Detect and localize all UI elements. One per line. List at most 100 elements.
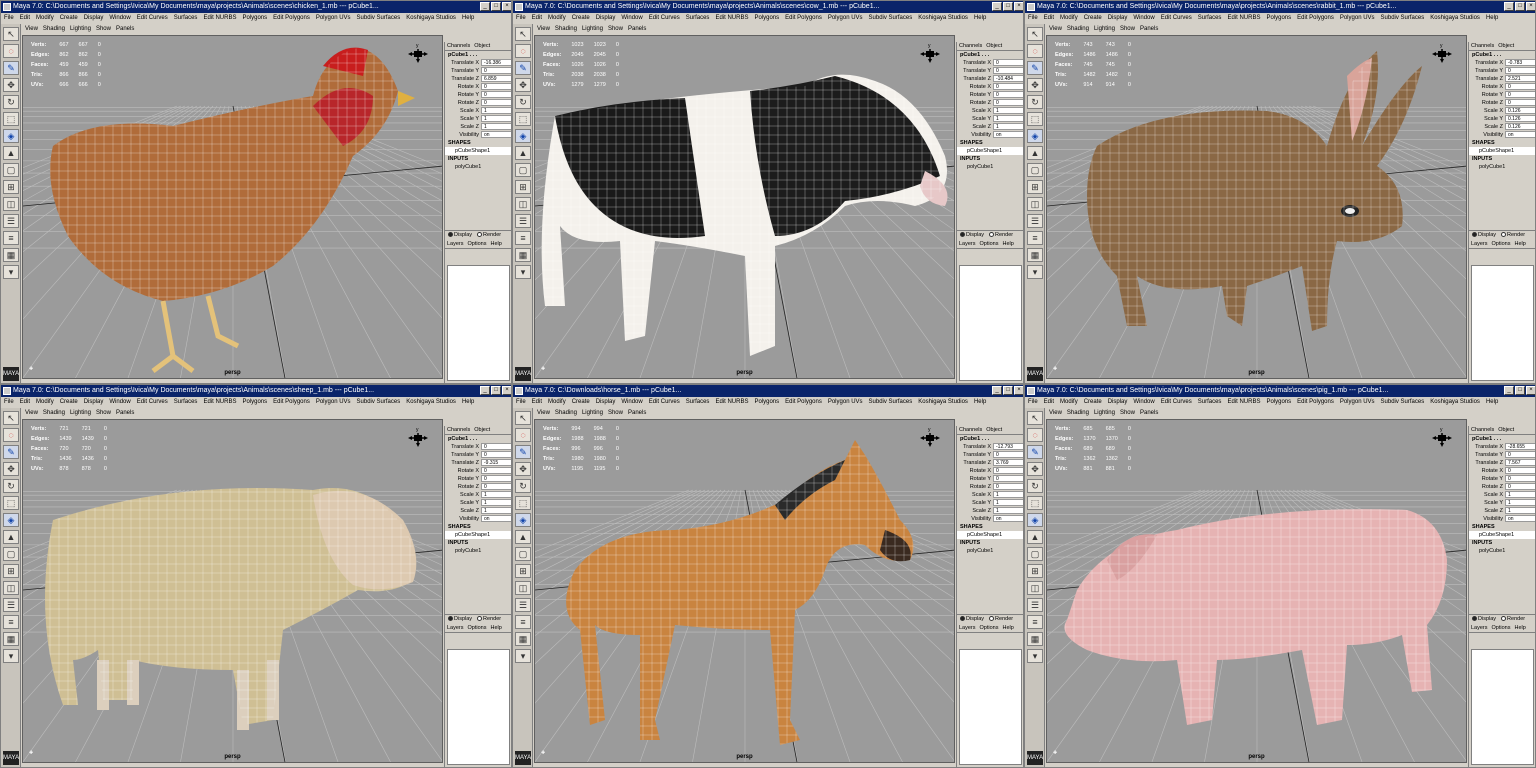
channel-value-field[interactable]: 0 <box>481 475 511 482</box>
panel-menu-show[interactable]: Show <box>1120 24 1135 34</box>
layout-outliner-icon[interactable]: ☰ <box>1027 214 1043 228</box>
last-tool-icon[interactable]: ▲ <box>515 530 531 544</box>
window-titlebar[interactable]: Maya 7.0: C:\Documents and Settings\Ivic… <box>1 1 511 13</box>
menu-item-file[interactable]: File <box>516 397 526 407</box>
menu-item-edit-polygons[interactable]: Edit Polygons <box>1297 13 1334 23</box>
paint-select-tool-icon[interactable]: ✎ <box>515 61 531 75</box>
menu-item-edit[interactable]: Edit <box>20 397 30 407</box>
channel-value-field[interactable]: 7.567 <box>1505 459 1535 466</box>
maximize-button[interactable]: □ <box>1003 2 1013 11</box>
panel-menu-show[interactable]: Show <box>608 408 623 418</box>
layout-four-icon[interactable]: ⊞ <box>3 564 19 578</box>
channel-label[interactable]: Translate Y <box>445 67 481 75</box>
menu-item-modify[interactable]: Modify <box>548 397 566 407</box>
menu-item-polygons[interactable]: Polygons <box>242 13 267 23</box>
layout-single-icon[interactable]: ▢ <box>1027 547 1043 561</box>
persp-viewport[interactable]: Verts: 667 667 0 Edges: 862 862 0 Faces: 459 459 0 T… <box>22 35 443 379</box>
panel-menu-panels[interactable]: Panels <box>1140 408 1158 418</box>
channel-label[interactable]: Visibility <box>1469 131 1505 139</box>
channel-value-field[interactable]: 1 <box>993 491 1023 498</box>
menu-item-edit-nurbs[interactable]: Edit NURBS <box>715 13 748 23</box>
menu-item-subdiv-surfaces[interactable]: Subdiv Surfaces <box>869 397 913 407</box>
channel-value-field[interactable]: 2.521 <box>1505 75 1535 82</box>
last-tool-icon[interactable]: ▲ <box>3 146 19 160</box>
layer-menu-layers[interactable]: Layers <box>1471 240 1488 248</box>
channel-label[interactable]: Translate X <box>445 59 481 67</box>
close-button[interactable]: × <box>1526 2 1535 11</box>
layout-dope-icon[interactable]: ▦ <box>515 632 531 646</box>
channel-label[interactable]: Translate Y <box>1469 451 1505 459</box>
maximize-button[interactable]: □ <box>491 2 501 11</box>
menu-item-polygon-uvs[interactable]: Polygon UVs <box>1340 13 1375 23</box>
move-tool-icon[interactable]: ✥ <box>3 462 19 476</box>
selected-object-name[interactable]: pCube1 . . . <box>957 435 1023 443</box>
menu-item-window[interactable]: Window <box>1133 397 1154 407</box>
channel-label[interactable]: Translate X <box>957 443 993 451</box>
channel-value-field[interactable]: 0 <box>1505 83 1535 90</box>
channel-label[interactable]: Rotate Z <box>445 99 481 107</box>
layout-dope-icon[interactable]: ▦ <box>515 248 531 262</box>
scale-tool-icon[interactable]: ⬚ <box>3 496 19 510</box>
menu-item-create[interactable]: Create <box>1084 13 1102 23</box>
move-tool-icon[interactable]: ✥ <box>515 78 531 92</box>
menu-item-window[interactable]: Window <box>109 13 130 23</box>
layer-menu-help[interactable]: Help <box>1002 240 1013 248</box>
menu-item-polygon-uvs[interactable]: Polygon UVs <box>1340 397 1375 407</box>
channel-label[interactable]: Translate Y <box>1469 67 1505 75</box>
layout-graph-icon[interactable]: ≡ <box>1027 615 1043 629</box>
menu-item-edit-nurbs[interactable]: Edit NURBS <box>203 397 236 407</box>
menu-item-help[interactable]: Help <box>974 397 986 407</box>
scale-tool-icon[interactable]: ⬚ <box>1027 496 1043 510</box>
layout-graph-icon[interactable]: ≡ <box>3 615 19 629</box>
panel-menu-show[interactable]: Show <box>1120 408 1135 418</box>
display-layer-radio[interactable]: Display <box>960 615 984 624</box>
channel-label[interactable]: Translate X <box>1469 59 1505 67</box>
layout-outliner-icon[interactable]: ☰ <box>1027 598 1043 612</box>
menu-item-file[interactable]: File <box>1028 13 1038 23</box>
menu-item-koshigaya-studios[interactable]: Koshigaya Studios <box>918 13 968 23</box>
menu-item-koshigaya-studios[interactable]: Koshigaya Studios <box>1430 13 1480 23</box>
channel-tab-object[interactable]: Object <box>1498 42 1514 50</box>
channel-label[interactable]: Scale Z <box>957 123 993 131</box>
menu-item-edit-nurbs[interactable]: Edit NURBS <box>1227 13 1260 23</box>
channel-value-field[interactable]: on <box>481 515 511 522</box>
channel-label[interactable]: Visibility <box>957 515 993 523</box>
channel-tab-channels[interactable]: Channels <box>959 42 982 50</box>
selected-object-name[interactable]: pCube1 . . . <box>1469 51 1535 59</box>
layout-outliner-icon[interactable]: ☰ <box>3 214 19 228</box>
channel-value-field[interactable]: 0.126 <box>1505 107 1535 114</box>
channel-value-field[interactable]: 0 <box>481 83 511 90</box>
select-tool-icon[interactable]: ↖ <box>515 411 531 425</box>
display-layer-radio[interactable]: Display <box>960 231 984 240</box>
paint-select-tool-icon[interactable]: ✎ <box>515 445 531 459</box>
channel-label[interactable]: Scale X <box>1469 107 1505 115</box>
persp-viewport[interactable]: Verts: 994 994 0 Edges: 1988 1988 0 Faces: 996 996… <box>534 419 955 763</box>
menu-item-display[interactable]: Display <box>1108 397 1128 407</box>
channel-value-field[interactable]: 1 <box>993 499 1023 506</box>
layout-dope-icon[interactable]: ▦ <box>3 632 19 646</box>
channel-value-field[interactable]: 0.126 <box>1505 115 1535 122</box>
menu-item-edit-curves[interactable]: Edit Curves <box>137 397 168 407</box>
layout-single-icon[interactable]: ▢ <box>1027 163 1043 177</box>
channel-label[interactable]: Visibility <box>957 131 993 139</box>
channel-tab-object[interactable]: Object <box>986 42 1002 50</box>
shape-node-item[interactable]: pCubeShape1 <box>445 147 511 155</box>
layer-menu-help[interactable]: Help <box>490 240 501 248</box>
channel-value-field[interactable]: -28.655 <box>1505 443 1535 450</box>
layout-four-icon[interactable]: ⊞ <box>3 180 19 194</box>
layout-menu-icon[interactable]: ▾ <box>3 649 19 663</box>
channel-label[interactable]: Translate Z <box>445 459 481 467</box>
menu-item-modify[interactable]: Modify <box>548 13 566 23</box>
channel-value-field[interactable]: 0 <box>993 451 1023 458</box>
layout-menu-icon[interactable]: ▾ <box>515 649 531 663</box>
persp-viewport[interactable]: Verts: 721 721 0 Edges: 1439 1439 0 Faces: 720 720… <box>22 419 443 763</box>
channel-value-field[interactable]: 0 <box>993 483 1023 490</box>
menu-item-koshigaya-studios[interactable]: Koshigaya Studios <box>1430 397 1480 407</box>
channel-value-field[interactable]: 6.859 <box>481 75 511 82</box>
channel-label[interactable]: Scale Z <box>445 123 481 131</box>
channel-value-field[interactable]: 1 <box>993 107 1023 114</box>
channel-tab-channels[interactable]: Channels <box>1471 426 1494 434</box>
render-layer-radio[interactable]: Render <box>1501 231 1525 240</box>
channel-value-field[interactable]: 0 <box>993 91 1023 98</box>
channel-value-field[interactable]: -0.783 <box>1505 59 1535 66</box>
